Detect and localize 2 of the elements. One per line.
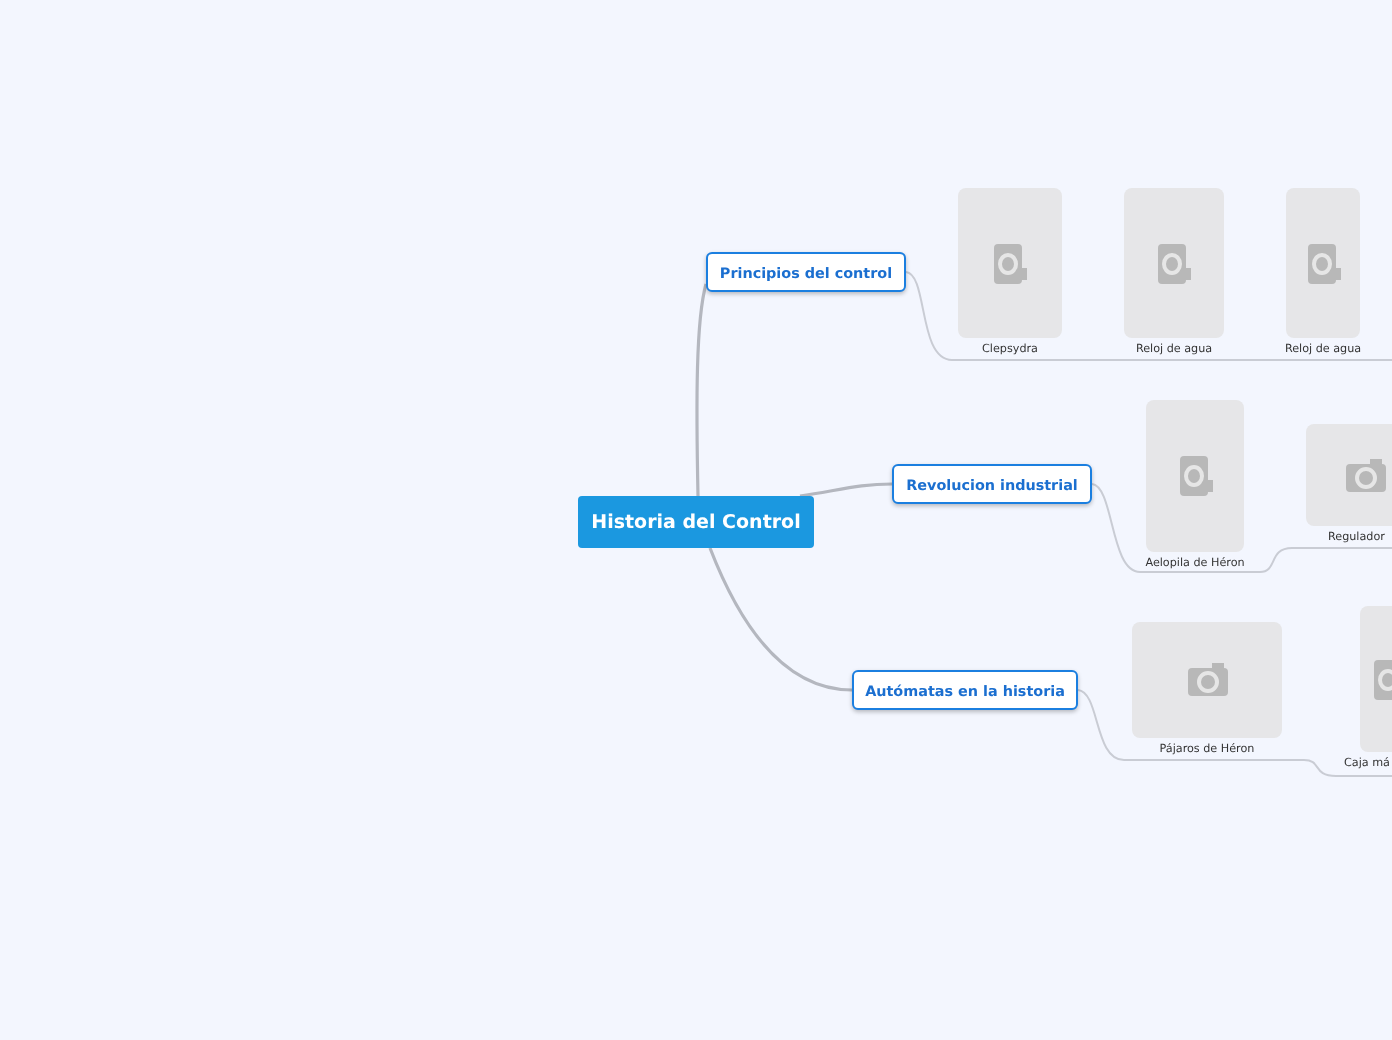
- connector-line: [799, 482, 893, 498]
- central-topic[interactable]: Historia del Control: [578, 496, 814, 548]
